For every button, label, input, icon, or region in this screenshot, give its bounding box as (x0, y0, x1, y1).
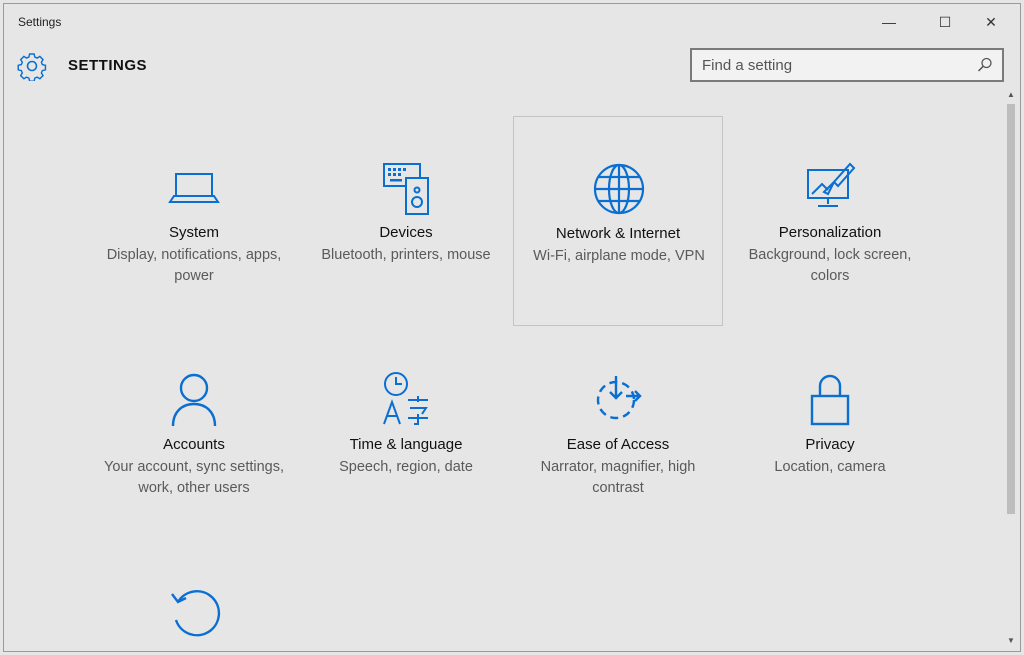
tile-time-language[interactable]: Time & language Speech, region, date (301, 328, 511, 538)
settings-window: Settings — ☐ ✕ SETTINGS ▲ ▼ (3, 3, 1021, 652)
tile-personalization[interactable]: Personalization Background, lock screen,… (725, 116, 935, 326)
tile-description: Background, lock screen, colors (748, 247, 912, 284)
tile-system[interactable]: System Display, notifications, apps, pow… (89, 116, 299, 326)
laptop-icon (164, 156, 224, 216)
tile-privacy[interactable]: Privacy Location, camera (725, 328, 935, 538)
minimize-button[interactable]: — (866, 4, 912, 40)
person-icon (164, 368, 224, 428)
tile-description: Your account, sync settings, work, other… (104, 459, 285, 496)
update-security-icon (164, 580, 224, 640)
tile-name: Network & Internet (555, 225, 681, 242)
tile-network-internet[interactable]: Network & Internet Wi-Fi, airplane mode,… (513, 116, 723, 326)
tile-name: Personalization (778, 224, 882, 241)
tile-name: Accounts (163, 436, 225, 453)
scroll-up-icon[interactable]: ▲ (1006, 90, 1016, 100)
tile-description: Speech, region, date (339, 459, 473, 475)
tile-devices[interactable]: Devices Bluetooth, printers, mouse (301, 116, 511, 326)
tile-description: Display, notifications, apps, power (106, 247, 282, 284)
time-language-icon (376, 368, 436, 428)
ease-of-access-icon (588, 368, 648, 428)
maximize-button[interactable]: ☐ (922, 4, 968, 40)
close-button[interactable]: ✕ (968, 4, 1014, 40)
tile-ease-of-access[interactable]: Ease of Access Narrator, magnifier, high… (513, 328, 723, 538)
devices-icon (376, 156, 436, 216)
tile-name: Privacy (805, 436, 855, 453)
title-bar[interactable]: Settings — ☐ ✕ (4, 4, 1020, 40)
tile-name: System (168, 224, 219, 241)
lock-icon (800, 368, 860, 428)
search-input[interactable] (692, 50, 972, 80)
tile-accounts[interactable]: Accounts Your account, sync settings, wo… (89, 328, 299, 538)
tile-name: Time & language (349, 436, 463, 453)
tile-name: Devices (379, 224, 433, 241)
gear-icon (17, 51, 47, 81)
scroll-thumb[interactable] (1007, 104, 1015, 514)
globe-icon (589, 157, 649, 217)
personalization-icon (800, 156, 860, 216)
scrollbar[interactable]: ▲ ▼ (1004, 88, 1018, 648)
tile-description: Bluetooth, printers, mouse (321, 247, 491, 263)
window-title: Settings (18, 15, 62, 29)
tile-description: Location, camera (774, 459, 886, 475)
tile-name: Ease of Access (566, 436, 670, 453)
scroll-down-icon[interactable]: ▼ (1006, 636, 1016, 646)
page-title: SETTINGS (68, 57, 148, 74)
tile-description: Wi-Fi, airplane mode, VPN (533, 248, 705, 264)
tile-description: Narrator, magnifier, high contrast (540, 459, 696, 496)
search-box[interactable] (690, 48, 1004, 82)
tile-update-security[interactable] (89, 540, 299, 651)
search-icon[interactable] (976, 56, 994, 74)
